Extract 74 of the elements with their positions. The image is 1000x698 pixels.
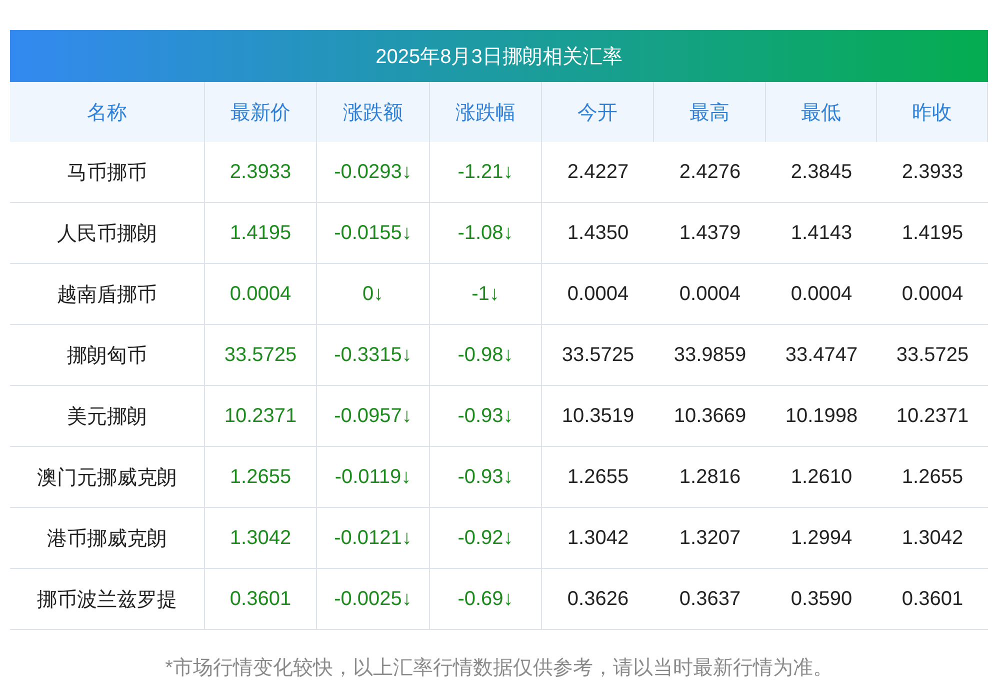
column-header: 昨收: [877, 82, 988, 142]
table-cell: 0↓: [317, 264, 430, 325]
table-cell: 0.0004: [542, 264, 654, 325]
table-cell: 0.3601: [205, 569, 317, 630]
table-cell: 1.2610: [766, 447, 877, 508]
table-cell: -0.3315↓: [317, 325, 430, 386]
column-header: 最高: [654, 82, 766, 142]
table-cell: 33.5725: [205, 325, 317, 386]
table-cell: 马币挪币: [10, 142, 205, 203]
table-cell: -0.0025↓: [317, 569, 430, 630]
table-cell: 10.1998: [766, 386, 877, 447]
table-cell: 33.9859: [654, 325, 766, 386]
table-cell: 1.3042: [205, 508, 317, 569]
table-cell: -0.0293↓: [317, 142, 430, 203]
table-cell: -1↓: [430, 264, 542, 325]
table-cell: 1.4350: [542, 203, 654, 264]
table-cell: 0.3590: [766, 569, 877, 630]
table-cell: 1.2994: [766, 508, 877, 569]
table-cell: 0.3601: [877, 569, 988, 630]
table-cell: 挪朗匈币: [10, 325, 205, 386]
table-cell: 1.4195: [205, 203, 317, 264]
table-cell: 33.4747: [766, 325, 877, 386]
table-cell: -0.0155↓: [317, 203, 430, 264]
table-cell: 美元挪朗: [10, 386, 205, 447]
table-cell: -0.92↓: [430, 508, 542, 569]
table-cell: 33.5725: [877, 325, 988, 386]
table-cell: -0.69↓: [430, 569, 542, 630]
table-cell: 1.4195: [877, 203, 988, 264]
table-cell: 越南盾挪币: [10, 264, 205, 325]
table-cell: 2.4227: [542, 142, 654, 203]
column-header: 最新价: [205, 82, 317, 142]
table-cell: 2.3933: [877, 142, 988, 203]
column-header: 涨跌幅: [430, 82, 542, 142]
column-header: 今开: [542, 82, 654, 142]
table-cell: 1.2655: [542, 447, 654, 508]
table-cell: -0.0119↓: [317, 447, 430, 508]
table-cell: 0.0004: [877, 264, 988, 325]
column-header: 名称: [10, 82, 205, 142]
table-cell: -0.93↓: [430, 386, 542, 447]
table-cell: 0.3637: [654, 569, 766, 630]
table-title: 2025年8月3日挪朗相关汇率: [10, 30, 988, 82]
table-cell: 10.3669: [654, 386, 766, 447]
table-cell: 0.0004: [766, 264, 877, 325]
table-cell: 10.2371: [205, 386, 317, 447]
table-cell: 33.5725: [542, 325, 654, 386]
table-cell: 1.4379: [654, 203, 766, 264]
table-cell: 挪币波兰兹罗提: [10, 569, 205, 630]
table-cell: -0.93↓: [430, 447, 542, 508]
table-cell: 10.3519: [542, 386, 654, 447]
column-header: 最低: [766, 82, 877, 142]
table-cell: 澳门元挪威克朗: [10, 447, 205, 508]
table-cell: 1.4143: [766, 203, 877, 264]
table-cell: 2.3845: [766, 142, 877, 203]
table-cell: 0.0004: [205, 264, 317, 325]
table-cell: 0.3626: [542, 569, 654, 630]
table-cell: -1.08↓: [430, 203, 542, 264]
table-cell: 1.2655: [877, 447, 988, 508]
table-cell: 1.3207: [654, 508, 766, 569]
table-cell: -1.21↓: [430, 142, 542, 203]
table-cell: 1.2655: [205, 447, 317, 508]
table-cell: 1.3042: [542, 508, 654, 569]
table-cell: -0.0957↓: [317, 386, 430, 447]
table-cell: -0.0121↓: [317, 508, 430, 569]
table-cell: 10.2371: [877, 386, 988, 447]
table-cell: 港币挪威克朗: [10, 508, 205, 569]
table-cell: 0.0004: [654, 264, 766, 325]
table-cell: 2.3933: [205, 142, 317, 203]
table-cell: 人民币挪朗: [10, 203, 205, 264]
column-header: 涨跌额: [317, 82, 430, 142]
table-cell: 1.3042: [877, 508, 988, 569]
table-cell: -0.98↓: [430, 325, 542, 386]
table-cell: 2.4276: [654, 142, 766, 203]
footnote: *市场行情变化较快，以上汇率行情数据仅供参考，请以当时最新行情为准。: [164, 656, 834, 681]
table-cell: 1.2816: [654, 447, 766, 508]
